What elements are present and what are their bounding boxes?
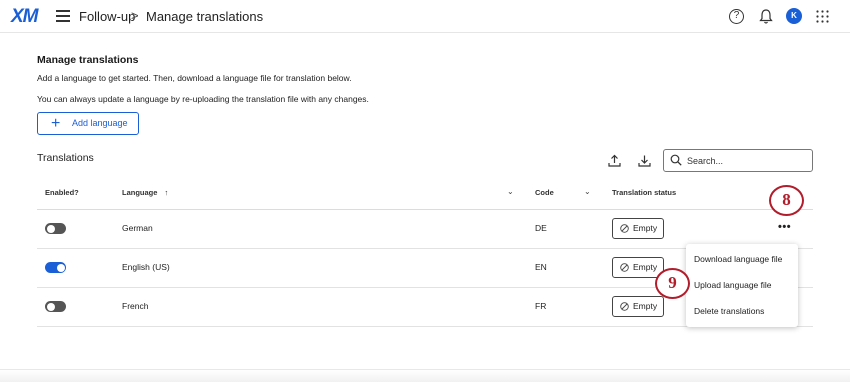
row-actions-menu: Download language file Upload language f… <box>686 244 798 327</box>
page-title: Manage translations <box>37 54 139 66</box>
breadcrumb-current: Manage translations <box>146 9 264 24</box>
status-label: Empty <box>633 301 658 311</box>
language-cell: English (US) <box>122 262 170 272</box>
menu-item-upload[interactable]: Upload language file <box>694 280 772 290</box>
table-header: Enabled? Language ↑ ⌄ Code ⌄ Translation… <box>37 174 813 210</box>
add-language-button[interactable]: + Add language <box>37 112 139 135</box>
status-badge: Empty <box>612 218 664 239</box>
apps-grid-icon[interactable] <box>816 10 829 23</box>
search-input[interactable] <box>663 149 813 172</box>
enabled-toggle[interactable] <box>45 262 66 273</box>
help-icon[interactable]: ? <box>729 9 744 24</box>
add-language-label: Add language <box>72 118 128 128</box>
code-cell: DE <box>535 223 547 233</box>
language-cell: French <box>122 301 149 311</box>
search-icon <box>670 154 682 166</box>
enabled-toggle[interactable] <box>45 223 66 234</box>
language-cell: German <box>122 223 153 233</box>
top-bar: XM Follow-up > Manage translations ? K <box>0 0 850 33</box>
section-title: Translations <box>37 152 94 164</box>
status-badge: Empty <box>612 296 664 317</box>
step-callout-9: 9 <box>655 268 690 299</box>
menu-item-download[interactable]: Download language file <box>694 254 782 264</box>
chevron-down-icon[interactable]: ⌄ <box>507 187 514 196</box>
breadcrumb-separator: > <box>131 8 139 23</box>
intro-text-1: Add a language to get started. Then, dow… <box>37 73 352 83</box>
status-label: Empty <box>633 262 658 272</box>
menu-item-delete[interactable]: Delete translations <box>694 306 764 316</box>
page-bottom-edge <box>0 369 850 382</box>
status-label: Empty <box>633 223 658 233</box>
xm-logo[interactable]: XM <box>11 6 38 28</box>
upload-icon[interactable] <box>608 154 621 167</box>
col-status: Translation status <box>612 188 677 197</box>
intro-text-2: You can always update a language by re-u… <box>37 94 369 104</box>
col-enabled: Enabled? <box>45 188 79 197</box>
code-cell: FR <box>535 301 547 311</box>
breadcrumb-parent[interactable]: Follow-up <box>79 9 135 24</box>
code-cell: EN <box>535 262 547 272</box>
enabled-toggle[interactable] <box>45 301 66 312</box>
ban-icon <box>620 263 629 272</box>
ban-icon <box>620 302 629 311</box>
hamburger-icon[interactable] <box>56 10 70 22</box>
ban-icon <box>620 224 629 233</box>
col-code: Code <box>535 188 554 197</box>
chevron-down-icon[interactable]: ⌄ <box>584 187 591 196</box>
avatar[interactable]: K <box>786 8 802 24</box>
step-callout-8: 8 <box>769 185 804 216</box>
plus-icon: + <box>51 115 61 132</box>
status-badge: Empty <box>612 257 664 278</box>
col-language[interactable]: Language ↑ <box>122 188 168 197</box>
col-language-label: Language <box>122 188 158 197</box>
bell-icon[interactable] <box>759 8 773 25</box>
sort-arrow-icon[interactable]: ↑ <box>165 188 169 197</box>
download-icon[interactable] <box>638 154 651 167</box>
more-icon[interactable]: ••• <box>778 221 791 233</box>
